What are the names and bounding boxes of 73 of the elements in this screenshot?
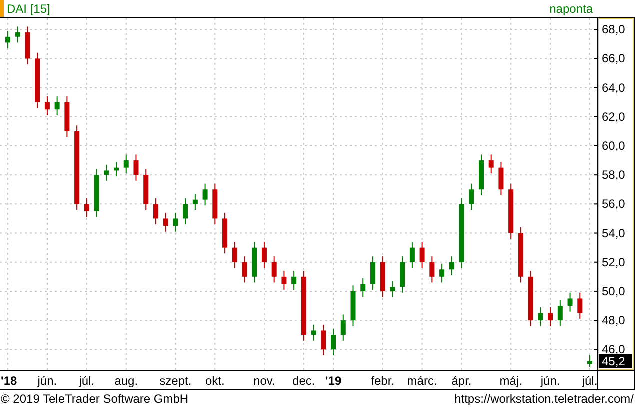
- y-axis-label: 46,0: [602, 342, 626, 357]
- candlestick: [360, 278, 366, 298]
- candlestick: [321, 324, 326, 356]
- candlestick: [292, 270, 297, 290]
- website-link[interactable]: https://workstation.teletrader.com/: [454, 390, 634, 408]
- x-axis-label: febr.: [371, 374, 395, 388]
- x-axis-label: nov.: [254, 374, 276, 388]
- candlestick: [202, 183, 208, 206]
- candlestick: [104, 164, 110, 182]
- x-axis-label: aug.: [114, 374, 138, 388]
- candlestick: [390, 280, 396, 298]
- marker-icon: [0, 0, 4, 17]
- copyright-text: © 2019 TeleTrader Software GmbH: [1, 391, 189, 408]
- candlestick: [498, 162, 504, 196]
- x-axis-label: '19: [325, 374, 342, 388]
- candlestick: [44, 96, 50, 116]
- x-axis-label: máj.: [500, 374, 522, 388]
- y-axis-label: 54,0: [602, 226, 626, 240]
- candlestick: [272, 256, 277, 284]
- candlestick: [163, 212, 168, 232]
- x-axis-label: júl.: [79, 374, 95, 388]
- candlestick: [242, 256, 248, 284]
- candlestick: [183, 198, 188, 226]
- y-axis-label: 66,0: [602, 52, 626, 66]
- y-axis-label: 62,0: [602, 110, 626, 124]
- candlestick: [440, 263, 445, 284]
- candlestick: [311, 324, 316, 342]
- candlestick: [331, 328, 336, 356]
- y-axis-label: 48,0: [602, 314, 626, 328]
- x-axis-label: okt.: [205, 374, 225, 388]
- y-axis-label: 68,0: [602, 22, 626, 37]
- candlestick: [578, 292, 583, 320]
- x-axis-label: márc.: [407, 374, 438, 388]
- candlestick: [449, 256, 454, 276]
- candlestick: [54, 96, 60, 116]
- candlestick: [568, 292, 573, 312]
- x-axis-label: szept.: [160, 374, 192, 388]
- candlestick: [232, 242, 238, 269]
- candlestick: [15, 26, 20, 44]
- candlestick: [6, 30, 10, 50]
- candlestick: [410, 242, 415, 269]
- candlestick: [370, 256, 376, 290]
- candlestick: [84, 198, 90, 218]
- candlestick: [558, 300, 563, 327]
- candlestick: [430, 256, 435, 284]
- candlestick: [548, 306, 554, 327]
- y-axis-label: 50,0: [602, 284, 626, 298]
- candlestick: [538, 306, 544, 327]
- candlestick: [153, 198, 158, 226]
- candlestick: [192, 194, 198, 210]
- x-axis-label: '18: [1, 374, 18, 388]
- x-axis-label: ápr.: [452, 374, 472, 388]
- y-axis-label: 52,0: [602, 255, 626, 270]
- candlestick: [262, 242, 267, 269]
- candlestick: [469, 183, 474, 210]
- last-price-tag: 45,2: [599, 354, 632, 368]
- candlestick: [340, 314, 346, 342]
- x-axis-label: jún.: [38, 374, 58, 388]
- x-axis-label: jún.: [540, 374, 560, 388]
- y-axis-label: 60,0: [602, 139, 626, 153]
- candlestick: [173, 212, 178, 232]
- candlestick: [488, 154, 494, 174]
- y-axis-label: 64,0: [602, 80, 626, 95]
- candlestick: [134, 154, 139, 182]
- x-axis-label: dec.: [292, 374, 316, 388]
- y-axis-label: 58,0: [602, 168, 626, 182]
- interval-label: naponta: [550, 0, 593, 18]
- y-axis-label: 56,0: [602, 197, 626, 212]
- candlestick: [124, 154, 129, 174]
- candlestick: [282, 270, 287, 290]
- x-axis-label: júl.: [582, 374, 598, 388]
- symbol-label: DAI [15]: [7, 0, 50, 18]
- candlestick: [420, 242, 425, 269]
